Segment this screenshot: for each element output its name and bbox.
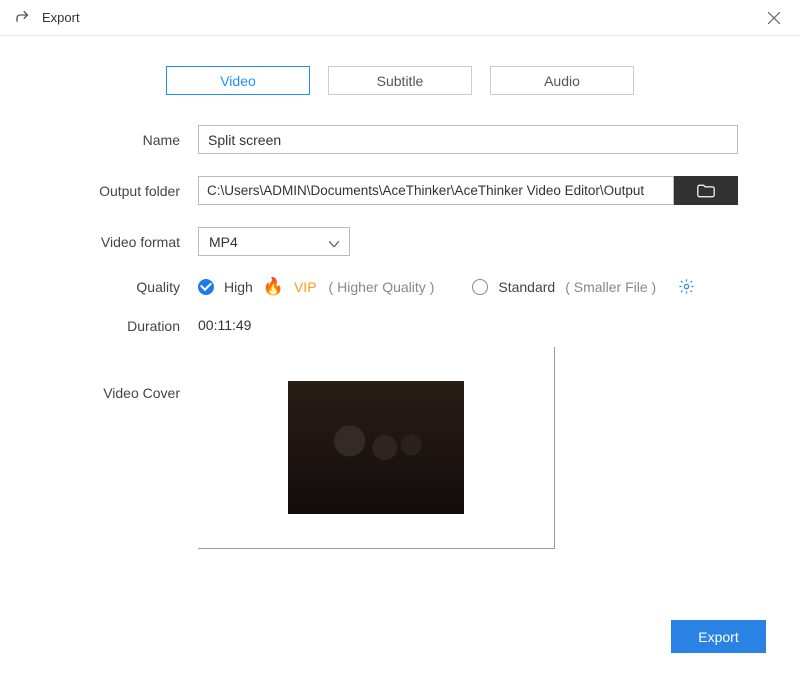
label-duration: Duration (58, 318, 198, 334)
export-icon (14, 9, 32, 27)
name-input[interactable] (198, 125, 738, 154)
quality-high-hint: ( Higher Quality ) (329, 279, 435, 295)
settings-button[interactable] (678, 278, 695, 295)
video-cover-thumbnail[interactable] (288, 381, 464, 514)
chevron-down-icon (329, 234, 339, 250)
video-format-value: MP4 (209, 234, 238, 250)
label-video-format: Video format (58, 234, 198, 250)
duration-value: 00:11:49 (198, 317, 251, 333)
quality-high-radio[interactable] (198, 279, 214, 295)
tab-video[interactable]: Video (166, 66, 310, 95)
label-quality: Quality (58, 279, 198, 295)
window-title: Export (42, 10, 80, 25)
label-name: Name (58, 132, 198, 148)
export-button[interactable]: Export (671, 620, 766, 653)
export-form: Name Output folder Video format MP4 (0, 125, 800, 549)
tabs: Video Subtitle Audio (0, 66, 800, 95)
browse-folder-button[interactable] (674, 176, 738, 205)
output-folder-input[interactable] (198, 176, 674, 205)
tab-audio[interactable]: Audio (490, 66, 634, 95)
quality-high-label: High (224, 279, 253, 295)
close-button[interactable] (762, 6, 786, 30)
tab-subtitle[interactable]: Subtitle (328, 66, 472, 95)
video-format-select[interactable]: MP4 (198, 227, 350, 256)
gear-icon (678, 278, 695, 295)
quality-standard-label: Standard (498, 279, 555, 295)
quality-standard-hint: ( Smaller File ) (565, 279, 656, 295)
title-bar: Export (0, 0, 800, 36)
label-output-folder: Output folder (58, 183, 198, 199)
label-video-cover: Video Cover (58, 357, 198, 401)
vip-label: VIP (294, 279, 317, 295)
folder-icon (697, 184, 715, 198)
quality-standard-radio[interactable] (472, 279, 488, 295)
video-cover-area (198, 347, 555, 549)
fire-icon: 🔥 (263, 278, 284, 295)
